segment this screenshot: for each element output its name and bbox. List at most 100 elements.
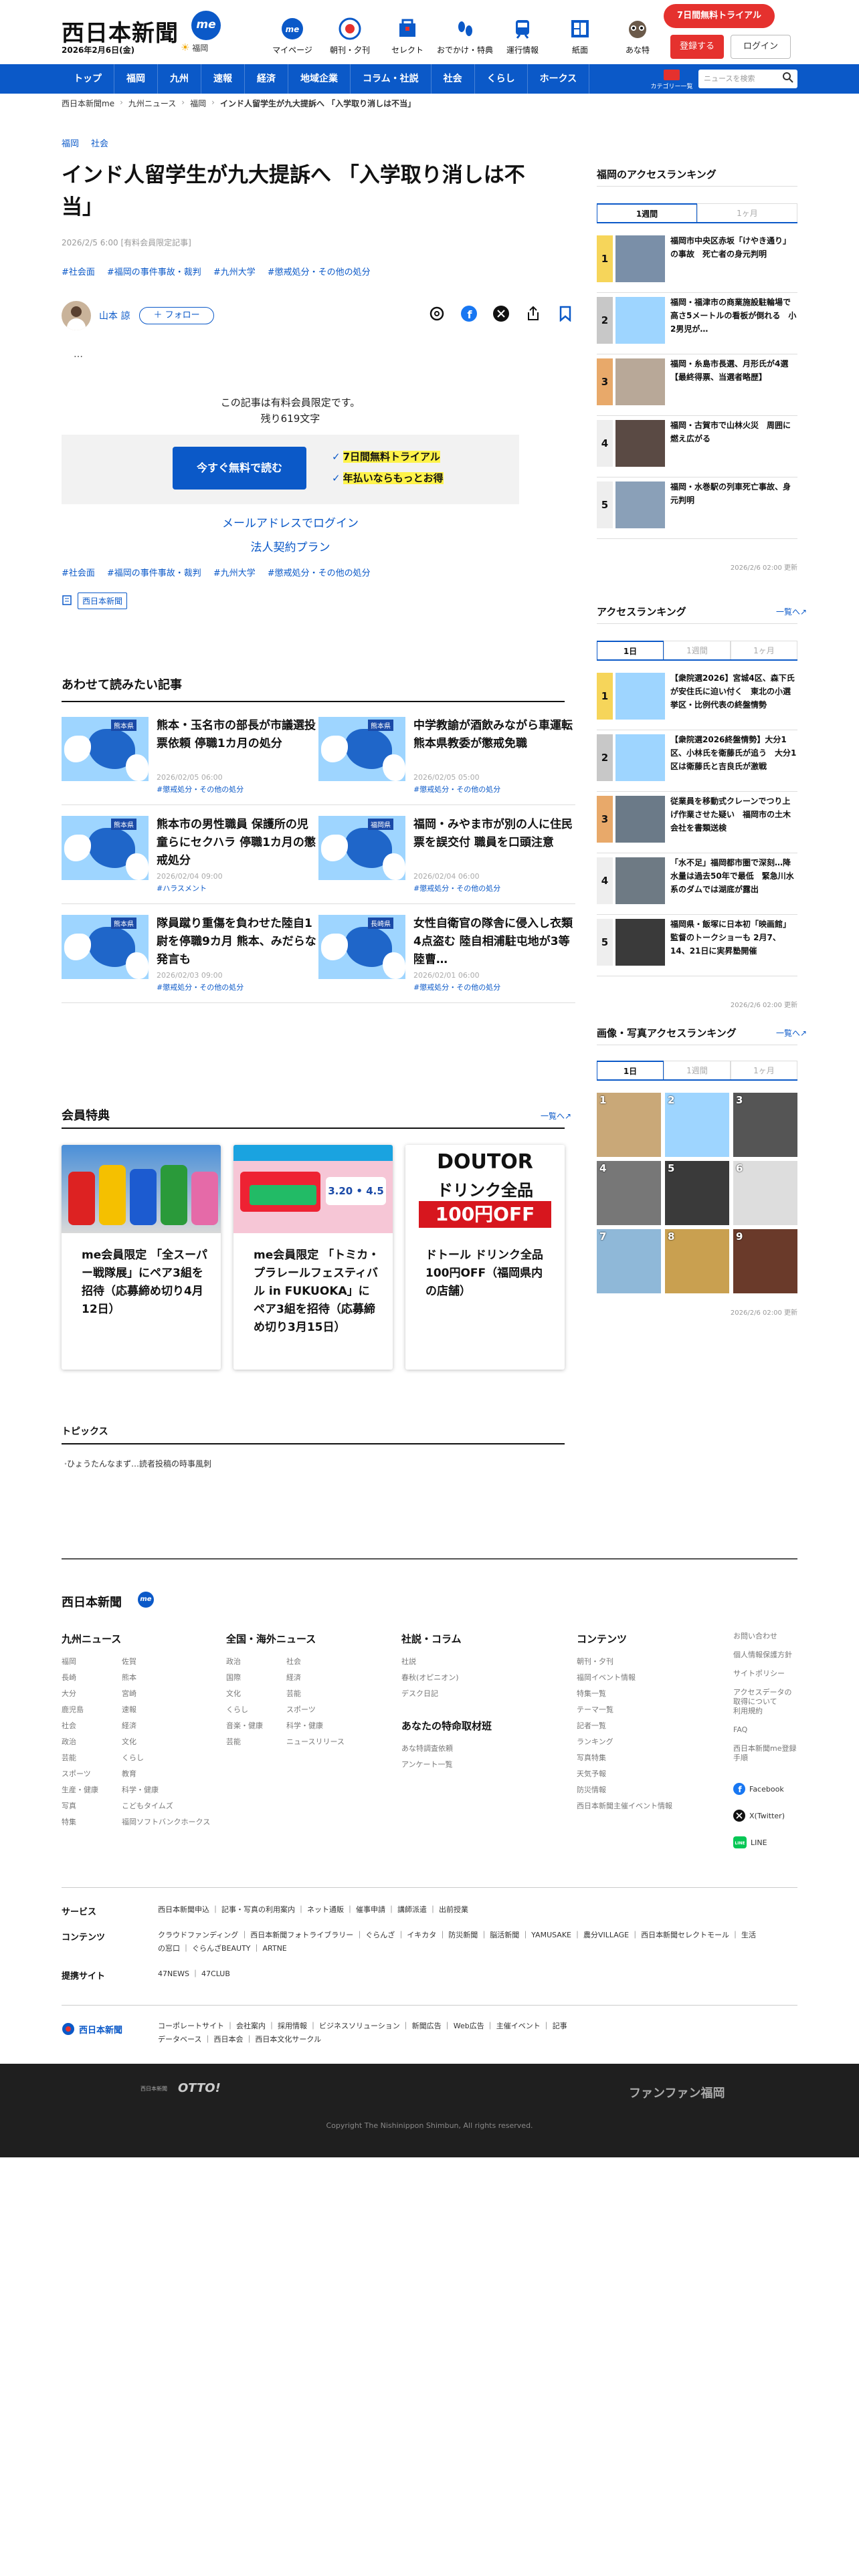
footer-right-link[interactable]: アクセスデータの取得について xyxy=(733,1688,797,1707)
related-article[interactable]: 長崎県 女性自衛官の隊舎に侵入し衣類4点盗む 陸自相浦駐屯地が3等陸曹… 2026/… xyxy=(318,915,575,1003)
nav-select[interactable]: セレクト xyxy=(379,17,436,56)
ranking-item[interactable]: 3 福岡・糸島市長選、月形氏が4選【最終得票、当選者略歴】 xyxy=(597,354,797,416)
corp-logo[interactable]: 西日本新聞 xyxy=(62,2022,122,2036)
login-button[interactable]: ログイン xyxy=(731,35,791,59)
footer-link[interactable]: テーマ一覧 xyxy=(577,1704,613,1715)
footer-link[interactable]: 音楽・健康 xyxy=(226,1720,263,1731)
footer-link[interactable]: 福岡ソフトバンクホークス xyxy=(122,1816,210,1827)
footer-link[interactable]: くらし xyxy=(226,1704,248,1715)
related-tag[interactable]: #懲戒処分・その他の処分 xyxy=(413,784,500,794)
category-list-button[interactable]: カテゴリー一覧 xyxy=(648,67,696,91)
photo-ranking-item[interactable]: 6 xyxy=(733,1161,797,1225)
tab-1day[interactable]: 1日 xyxy=(597,1061,664,1079)
gnav-item[interactable]: 速報 xyxy=(201,64,245,94)
source-badge[interactable]: 西日本新聞 xyxy=(78,593,128,609)
photo-ranking-item[interactable]: 8 xyxy=(665,1229,729,1293)
photo-ranking-item[interactable]: 5 xyxy=(665,1161,729,1225)
footer-link[interactable]: 社説 xyxy=(401,1656,416,1667)
related-tag[interactable]: #懲戒処分・その他の処分 xyxy=(413,982,500,992)
tab-1month[interactable]: 1ヶ月 xyxy=(697,203,797,222)
tag-link[interactable]: #社会面 xyxy=(62,566,95,578)
footer-link[interactable]: 長崎 xyxy=(62,1672,76,1683)
tag-link[interactable]: #社会面 xyxy=(62,265,95,278)
share-icon[interactable] xyxy=(524,305,542,322)
footer-x[interactable]: X(Twitter) xyxy=(733,1810,785,1822)
ranking-item[interactable]: 5 福岡・水巻駅の列車死亡事故、身元判明 xyxy=(597,477,797,539)
footer-link[interactable]: 福岡 xyxy=(62,1656,76,1667)
register-button[interactable]: 登録する xyxy=(670,35,724,59)
footer-link[interactable]: 防災情報 xyxy=(577,1784,606,1795)
nav-mypage[interactable]: me マイページ xyxy=(264,17,321,56)
site-logo[interactable]: 西日本新聞 xyxy=(62,15,179,47)
free-trial-button[interactable]: 7日間無料トライアル xyxy=(664,4,775,28)
x-twitter-icon[interactable] xyxy=(492,305,510,322)
photo-ranking-item[interactable]: 1 xyxy=(597,1093,661,1157)
footer-link[interactable]: 社会 xyxy=(62,1720,76,1731)
services-links[interactable]: 西日本新聞申込 ｜ 記事・写真の利用案内 ｜ ネット通販 ｜ 催事申請 ｜ 講師… xyxy=(158,1903,760,1917)
ranking-item[interactable]: 5 福岡県・飯塚に日本初「映画館」 監督のトークショーも 2月7、14、21日に実… xyxy=(597,915,797,976)
photo-ranking-item[interactable]: 2 xyxy=(665,1093,729,1157)
footer-link[interactable]: 西日本新聞主催イベント情報 xyxy=(577,1800,672,1811)
weather-widget[interactable]: ☀ 福岡 xyxy=(181,41,208,53)
footer-link[interactable]: 写真 xyxy=(62,1800,76,1811)
breadcrumb-home[interactable]: 西日本新聞me xyxy=(62,98,114,109)
corp-links[interactable]: コーポレートサイト ｜ 会社案内 ｜ 採用情報 ｜ ビジネスソリューション ｜ … xyxy=(158,2020,573,2046)
benefit-card-doutor[interactable]: DOUTOR ドリンク全品 100円OFF ドトール ドリンク全品100円OFF… xyxy=(405,1145,565,1370)
footer-link[interactable]: くらし xyxy=(122,1752,144,1763)
ranking-item[interactable]: 2 【衆院選2026終盤情勢】大分1区、小林氏を衛藤氏が追う 大分1区は衛藤氏と吉… xyxy=(597,730,797,792)
nav-newspaper[interactable]: 朝刊・夕刊 xyxy=(321,17,379,56)
footer-right-link[interactable]: 利用規約 xyxy=(733,1707,797,1716)
footer-link[interactable]: 鹿児島 xyxy=(62,1704,84,1715)
nav-paper[interactable]: 紙面 xyxy=(551,17,609,56)
photo-ranking-item[interactable]: 3 xyxy=(733,1093,797,1157)
tab-1week[interactable]: 1週間 xyxy=(664,1061,731,1079)
nav-anatoku[interactable]: あな特 xyxy=(609,17,666,56)
ranking-item[interactable]: 1 福岡市中央区赤坂「けやき通り」の事故 死亡者の身元判明 xyxy=(597,231,797,293)
footer-link[interactable]: 佐賀 xyxy=(122,1656,136,1667)
footer-right-link[interactable]: サイトポリシー xyxy=(733,1669,797,1679)
gnav-item[interactable]: 九州 xyxy=(158,64,201,94)
ranking-item[interactable]: 2 福岡・福津市の商業施設駐輪場で高さ5メートルの看板が倒れる 小2男児が… xyxy=(597,293,797,354)
nav-outing[interactable]: おでかけ・特典 xyxy=(436,17,494,56)
read-free-button[interactable]: 今すぐ無料で読む xyxy=(173,447,306,490)
ranking-item[interactable]: 1 【衆院選2026】宮城4区、森下氏が安住氏に迫い付く 東北の小選挙区・比例代表… xyxy=(597,669,797,730)
footer-link[interactable]: アンケート一覧 xyxy=(401,1759,453,1769)
related-tag[interactable]: #ハラスメント xyxy=(157,883,207,893)
footer-right-link[interactable]: FAQ xyxy=(733,1725,797,1735)
footer-link[interactable]: 教育 xyxy=(122,1768,136,1779)
author-name[interactable]: 山本 諒 xyxy=(99,309,130,322)
related-tag[interactable]: #懲戒処分・その他の処分 xyxy=(157,982,244,992)
tag-link[interactable]: #懲戒処分・その他の処分 xyxy=(268,566,371,578)
footer-right-link[interactable]: 個人情報保護方針 xyxy=(733,1650,797,1660)
footer-link[interactable]: 大分 xyxy=(62,1688,76,1699)
photo-ranking-item[interactable]: 9 xyxy=(733,1229,797,1293)
footer-link[interactable]: 経済 xyxy=(286,1672,301,1683)
footer-link[interactable]: ランキング xyxy=(577,1736,613,1747)
footer-right-link[interactable]: お問い合わせ xyxy=(733,1632,797,1641)
footer-link[interactable]: 宮崎 xyxy=(122,1688,136,1699)
category-society[interactable]: 社会 xyxy=(91,136,108,149)
footer-link[interactable]: 政治 xyxy=(62,1736,76,1747)
photo-ranking-item[interactable]: 4 xyxy=(597,1161,661,1225)
tag-link[interactable]: #九州大学 xyxy=(213,566,256,578)
gnav-item[interactable]: 地域企業 xyxy=(288,64,351,94)
footer-link[interactable]: 速報 xyxy=(122,1704,136,1715)
gnav-item[interactable]: 経済 xyxy=(245,64,288,94)
footer-link[interactable]: 写真特集 xyxy=(577,1752,606,1763)
email-login-link[interactable]: メールアドレスでログイン xyxy=(62,514,519,530)
related-tag[interactable]: #懲戒処分・その他の処分 xyxy=(413,883,500,893)
related-article[interactable]: 熊本県 隊員蹴り重傷を負わせた陸自1尉を停職9カ月 熊本、みだらな発言も 2026/… xyxy=(62,915,318,1003)
category-fukuoka[interactable]: 福岡 xyxy=(62,136,79,149)
related-article[interactable]: 熊本県 熊本市の男性職員 保護所の児童らにセクハラ 停職1カ月の懲戒処分 2026/… xyxy=(62,816,318,904)
footer-link[interactable]: デスク日記 xyxy=(401,1688,438,1699)
tag-link[interactable]: #福岡の事件事故・裁判 xyxy=(107,265,201,278)
gnav-item[interactable]: くらし xyxy=(475,64,528,94)
ranking-item[interactable]: 4 福岡・古賀市で山林火災 周囲に燃え広がる xyxy=(597,416,797,477)
contents-links[interactable]: クラウドファンディング ｜ 西日本新聞フォトライブラリー ｜ ぐらんざ ｜ イキ… xyxy=(158,1929,760,1955)
footer-link[interactable]: 春秋(オピニオン) xyxy=(401,1672,459,1683)
footer-link[interactable]: ニュースリリース xyxy=(286,1736,345,1747)
gnav-item[interactable]: ホークス xyxy=(528,64,590,94)
footer-link[interactable]: こどもタイムズ xyxy=(122,1800,173,1811)
bookmark-icon[interactable] xyxy=(557,305,574,322)
related-article[interactable]: 福岡県 福岡・みやま市が別の人に住民票を誤交付 職員を口頭注意 2026/02/04… xyxy=(318,816,575,904)
